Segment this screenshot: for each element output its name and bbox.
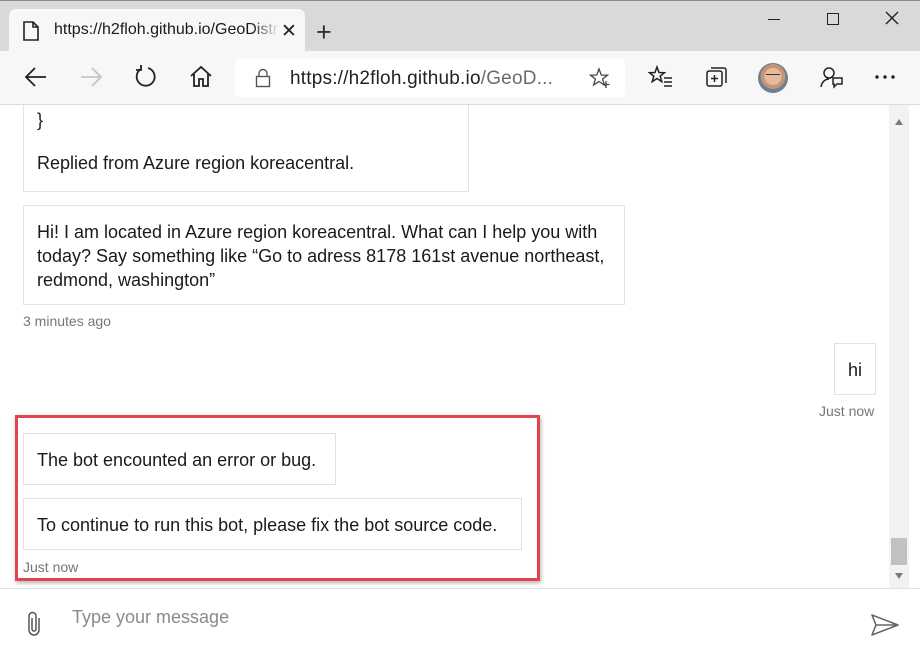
tab-title: https://h2floh.github.io/GeoDistributedB… — [54, 21, 279, 38]
message-timestamp: Just now — [819, 403, 875, 419]
error-highlight-box — [15, 415, 540, 581]
bot-message: Hi! I am located in Azure region koreace… — [23, 205, 625, 305]
home-icon[interactable] — [188, 64, 214, 95]
message-input-bar — [0, 588, 920, 667]
collections-icon[interactable] — [704, 64, 730, 95]
user-message: hi — [834, 343, 876, 395]
message-text: Replied from Azure region koreacentral. — [37, 153, 355, 173]
message-timestamp: 3 minutes ago — [23, 313, 111, 329]
lock-icon[interactable] — [255, 68, 271, 93]
send-icon[interactable] — [870, 613, 900, 642]
chat-transcript: } Replied from Azure region koreacentral… — [0, 105, 920, 588]
address-bar[interactable]: https://h2floh.github.io/GeoD... — [235, 59, 625, 97]
favorites-list-icon[interactable] — [647, 64, 674, 95]
chat-scrollbar[interactable] — [889, 105, 909, 588]
message-text: Hi! I am located in Azure region koreace… — [37, 222, 605, 290]
message-text: hi — [848, 360, 863, 380]
forward-arrow-icon — [78, 64, 104, 95]
new-tab-button[interactable]: + — [316, 19, 332, 46]
close-window-icon[interactable] — [884, 10, 900, 31]
browser-tab[interactable]: https://h2floh.github.io/GeoDistributedB… — [9, 9, 305, 52]
refresh-icon[interactable] — [133, 64, 159, 95]
address-path: /GeoD... — [480, 68, 554, 89]
address-url[interactable]: https://h2floh.github.io/GeoD... — [290, 68, 553, 90]
scroll-up-arrow-icon[interactable] — [895, 119, 903, 125]
feedback-icon[interactable] — [818, 64, 844, 95]
more-options-icon[interactable] — [873, 64, 897, 95]
minimize-window-icon[interactable] — [768, 19, 780, 20]
message-text: } — [37, 110, 44, 130]
profile-avatar[interactable] — [758, 63, 788, 93]
bot-message: } Replied from Azure region koreacentral… — [23, 105, 469, 192]
address-host: https://h2floh.github.io — [290, 68, 481, 89]
scrollbar-thumb[interactable] — [891, 538, 907, 565]
page-icon — [23, 21, 39, 46]
browser-toolbar: https://h2floh.github.io/GeoD... — [0, 51, 920, 105]
back-arrow-icon[interactable] — [23, 64, 49, 95]
attach-paperclip-icon[interactable] — [24, 610, 46, 643]
scroll-down-arrow-icon[interactable] — [895, 573, 903, 579]
close-tab-icon[interactable]: ✕ — [281, 22, 297, 41]
favorite-star-icon[interactable] — [588, 67, 611, 94]
browser-tab-strip: https://h2floh.github.io/GeoDistributedB… — [0, 0, 920, 52]
maximize-window-icon[interactable] — [827, 13, 839, 25]
message-input[interactable] — [72, 603, 832, 631]
